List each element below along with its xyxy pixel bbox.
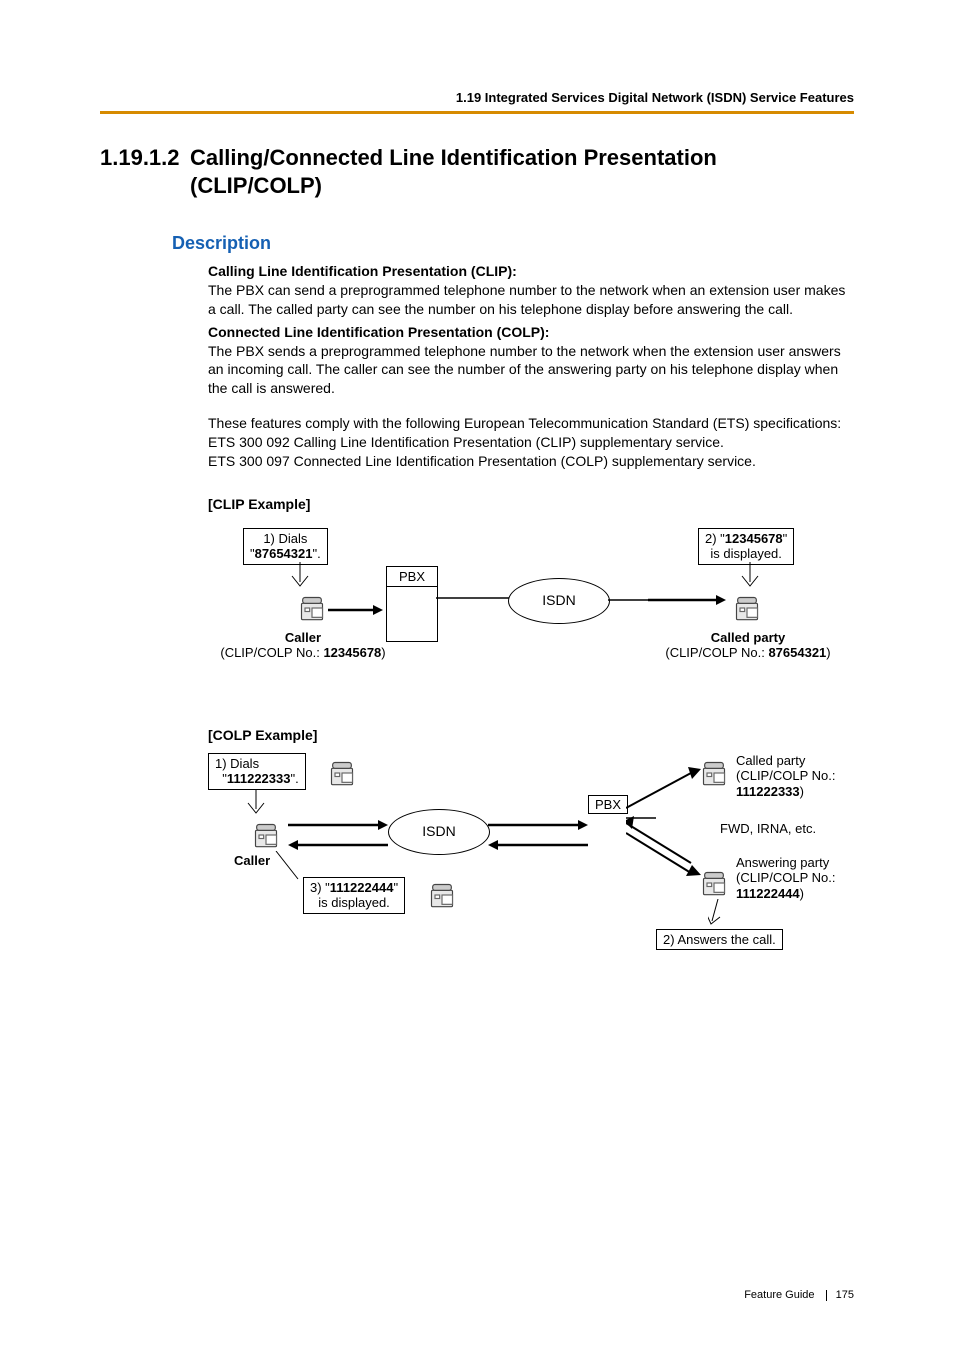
pointer-icon (738, 562, 768, 596)
arrow-icon (328, 602, 383, 618)
phone-icon (328, 759, 356, 787)
clip-step2-post: " (783, 531, 788, 546)
colp-step1-box: 1) Dials "111222333". (208, 753, 306, 790)
page-footer: Feature Guide 175 (744, 1289, 854, 1301)
pointer-icon (288, 562, 318, 596)
ets-intro: These features comply with the following… (208, 414, 854, 433)
colp-step3-box: 3) "111222444" is displayed. (303, 877, 405, 914)
section-title: 1.19.1.2 Calling/Connected Line Identifi… (100, 144, 854, 199)
clip-title: Calling Line Identification Presentation… (208, 262, 854, 281)
clip-caller-sub-pre: (CLIP/COLP No.: (220, 645, 323, 660)
section-heading-text: Calling/Connected Line Identification Pr… (190, 144, 854, 199)
clip-step2-pre: 2) " (705, 531, 725, 546)
phone-icon (252, 821, 280, 849)
clip-step1-box: 1) Dials "87654321". (243, 528, 328, 565)
clip-isdn-label: ISDN (542, 591, 575, 610)
clip-step2-line2: is displayed. (710, 546, 782, 561)
arrow-icon (608, 592, 728, 608)
colp-fwd-label: FWD, IRNA, etc. (720, 821, 816, 837)
colp-caller-label: Caller (234, 853, 270, 869)
colp-isdn-oval: ISDN (388, 809, 490, 855)
clip-step2-box: 2) "12345678" is displayed. (698, 528, 794, 565)
clip-called-sub-num: 87654321 (768, 645, 826, 660)
phone-icon (733, 594, 761, 622)
phone-icon (428, 881, 456, 909)
footer-page-number: 175 (836, 1289, 854, 1301)
phone-icon (700, 759, 728, 787)
clip-step1-num: 87654321 (255, 546, 313, 561)
clip-step1-pre: 1) Dials (263, 531, 307, 546)
footer-guide: Feature Guide (744, 1289, 814, 1301)
colp-title: Connected Line Identification Presentati… (208, 323, 854, 342)
line-icon (436, 590, 516, 606)
footer-divider (826, 1290, 827, 1301)
arrow-branch-icon (626, 763, 706, 883)
clip-step1-post: ". (312, 546, 320, 561)
clip-called-label: Called party (711, 630, 785, 645)
arrow-pair-icon (288, 815, 388, 855)
description-heading: Description (172, 233, 854, 254)
clip-isdn-oval: ISDN (508, 578, 610, 624)
clip-caller-sub-num: 12345678 (323, 645, 381, 660)
colp-diagram: 1) Dials "111222333". Caller ISDN (208, 753, 848, 983)
clip-caller-sub-post: ) (381, 645, 385, 660)
phone-icon (700, 869, 728, 897)
phone-icon (298, 594, 326, 622)
header-rule (100, 111, 854, 114)
clip-called-sub-pre: (CLIP/COLP No.: (665, 645, 768, 660)
pointer-icon (244, 789, 274, 823)
pointer-icon (268, 851, 308, 887)
clip-called-sub-post: ) (826, 645, 830, 660)
ets-line1: ETS 300 092 Calling Line Identification … (208, 433, 854, 452)
colp-step1-post: ". (290, 771, 298, 786)
description-body: Calling Line Identification Presentation… (208, 262, 854, 983)
clip-pbx-label: PBX (387, 567, 437, 588)
colp-answering-caption: Answering party (CLIP/COLP No.: 11122244… (736, 855, 835, 902)
colp-called-caption: Called party (CLIP/COLP No.: 111222333) (736, 753, 835, 800)
pointer-icon (708, 899, 738, 929)
clip-text: The PBX can send a preprogrammed telepho… (208, 281, 854, 319)
section-number: 1.19.1.2 (100, 144, 190, 172)
running-head: 1.19 Integrated Services Digital Network… (100, 90, 854, 111)
colp-isdn-label: ISDN (422, 822, 455, 841)
colp-pbx-label: PBX (595, 797, 621, 812)
clip-called-caption: Called party (CLIP/COLP No.: 87654321) (648, 630, 848, 661)
page: 1.19 Integrated Services Digital Network… (0, 0, 954, 1351)
ets-line2: ETS 300 097 Connected Line Identificatio… (208, 452, 854, 471)
clip-caller-caption: Caller (CLIP/COLP No.: 12345678) (208, 630, 398, 661)
arrow-pair-icon (488, 815, 588, 855)
colp-text: The PBX sends a preprogrammed telephone … (208, 342, 854, 399)
colp-pbx-box: PBX (588, 795, 628, 815)
clip-caller-label: Caller (285, 630, 321, 645)
colp-step1-pre: 1) Dials (215, 756, 259, 771)
clip-example-label: [CLIP Example] (208, 495, 854, 514)
colp-example-label: [COLP Example] (208, 726, 854, 745)
colp-step1-num: 111222333 (227, 771, 291, 786)
clip-diagram: 1) Dials "87654321". PBX ISDN (208, 522, 848, 702)
colp-step2-box: 2) Answers the call. (656, 929, 783, 951)
clip-step2-num: 12345678 (725, 531, 783, 546)
